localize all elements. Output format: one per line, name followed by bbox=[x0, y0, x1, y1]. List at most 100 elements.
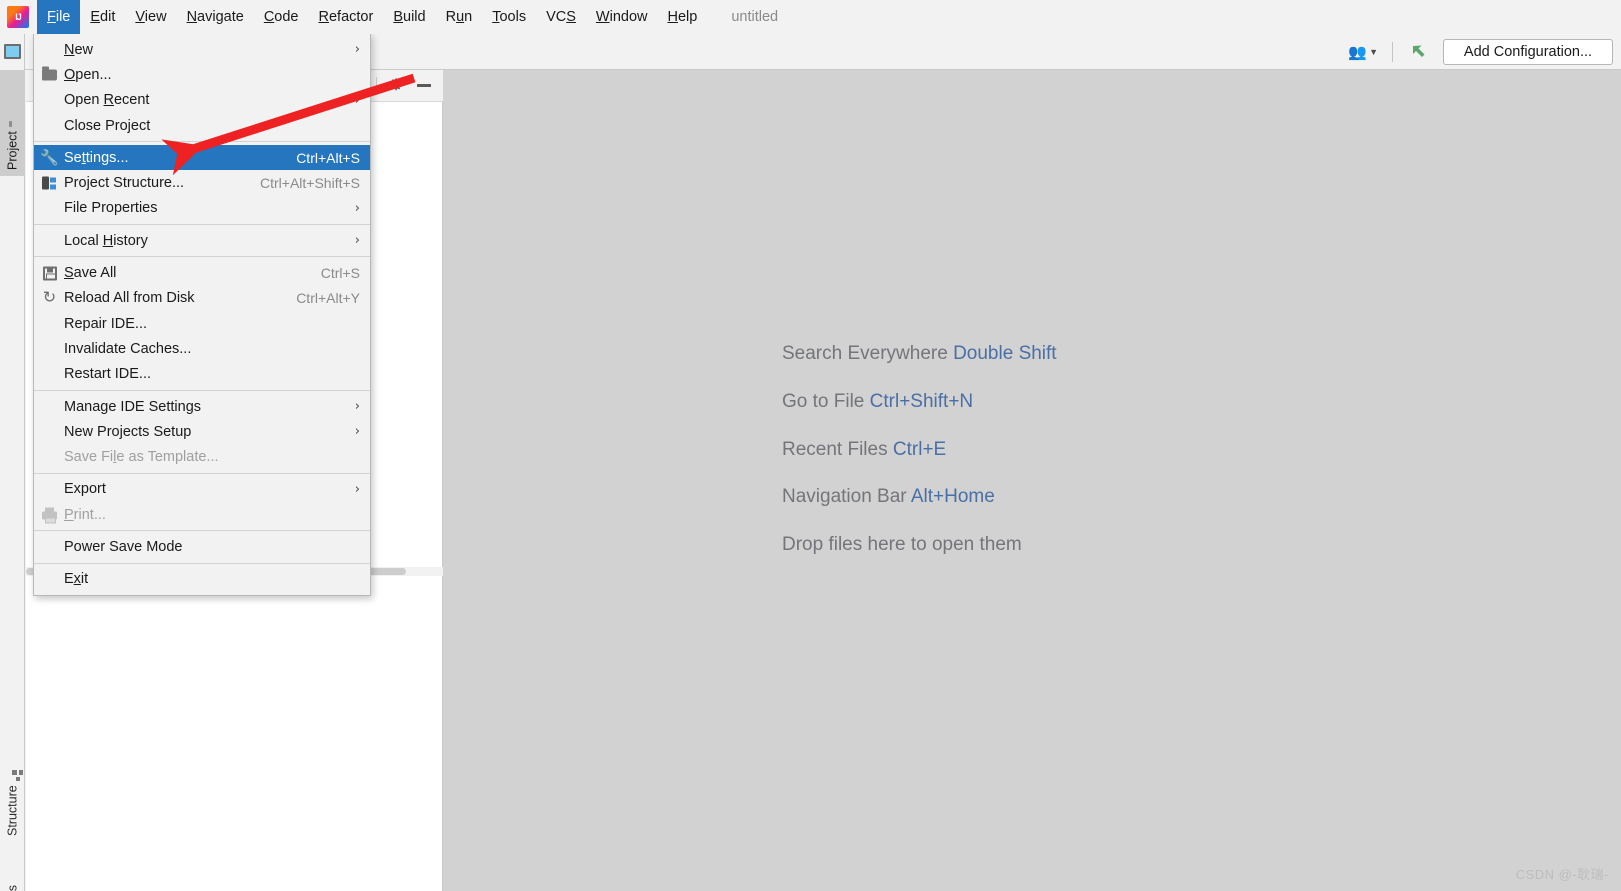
menu-item-file-properties[interactable]: File Properties › bbox=[34, 196, 370, 221]
menu-item-label: Project Structure... bbox=[64, 175, 185, 192]
welcome-hint-shortcut: Alt+Home bbox=[910, 486, 995, 508]
menu-label: Run bbox=[445, 9, 473, 25]
menu-item-new[interactable]: New › bbox=[34, 37, 370, 62]
vcs-update-arrow-glyph bbox=[1413, 45, 1425, 57]
menu-item-power-save-mode[interactable]: Power Save Mode bbox=[34, 534, 370, 559]
structure-icon bbox=[41, 175, 58, 192]
welcome-hint-row: Recent Files Ctrl+E bbox=[782, 438, 1621, 462]
menu-separator bbox=[34, 224, 370, 226]
menu-item-new-projects-setup[interactable]: New Projects Setup › bbox=[34, 419, 370, 444]
welcome-hint-shortcut: Double Shift bbox=[953, 343, 1057, 364]
sidebar-item-project[interactable]: Project bbox=[0, 70, 25, 176]
add-configuration-button[interactable]: Add Configuration... bbox=[1443, 39, 1613, 65]
welcome-hint-row: Go to File Ctrl+Shift+N bbox=[782, 390, 1621, 414]
menu-refactor[interactable]: Refactor bbox=[309, 0, 384, 34]
people-icon[interactable]: 👥 ▼ bbox=[1342, 37, 1384, 67]
menu-item-open-recent[interactable]: Open Recent › bbox=[34, 88, 370, 113]
welcome-hint-row: Drop files here to open them bbox=[782, 533, 1621, 557]
gear-glyph: ⚙ bbox=[388, 76, 404, 94]
menu-tools[interactable]: Tools bbox=[482, 0, 536, 34]
menu-item-label: Print... bbox=[64, 506, 106, 523]
menu-label: Code bbox=[263, 9, 299, 25]
menu-item-label: Settings... bbox=[64, 149, 129, 166]
menu-file[interactable]: File bbox=[37, 0, 81, 34]
menu-bar-items: File Edit View Navigate Code Refactor Build Run… bbox=[37, 0, 707, 34]
menu-item-label: File Properties bbox=[64, 200, 158, 217]
sidebar-item-bookmarks[interactable]: marks bbox=[0, 852, 25, 891]
menu-item-label: Repair IDE... bbox=[64, 315, 147, 332]
file-menu-popup: New › Open... Open Recent › Close Project 🔧 Set… bbox=[33, 33, 371, 596]
menu-item-label: Open... bbox=[64, 66, 112, 83]
menu-separator bbox=[34, 472, 370, 474]
menu-separator bbox=[34, 141, 370, 143]
sidebar-item-structure[interactable]: Structure bbox=[0, 744, 25, 842]
menu-item-settings[interactable]: 🔧 Settings... Ctrl+Alt+S bbox=[34, 145, 370, 171]
welcome-hints: Search Everywhere Double Shift Go to File… bbox=[443, 342, 1621, 557]
menu-item-label: Invalidate Caches... bbox=[64, 340, 192, 357]
menu-navigate[interactable]: Navigate bbox=[177, 0, 254, 34]
menu-view[interactable]: View bbox=[125, 0, 176, 34]
welcome-hint-row: Navigation Bar Alt+Home bbox=[782, 485, 1621, 509]
save-icon bbox=[41, 265, 58, 282]
menu-label: Refactor bbox=[318, 9, 374, 25]
menu-item-repair-ide[interactable]: Repair IDE... bbox=[34, 311, 370, 336]
print-icon bbox=[41, 506, 58, 524]
chevron-right-icon: › bbox=[354, 233, 360, 249]
sidebar-item-structure-label: Structure bbox=[5, 785, 20, 836]
menu-item-export[interactable]: Export › bbox=[34, 477, 370, 502]
welcome-hint-text: Drop files here to open them bbox=[782, 534, 1022, 555]
menu-label: File bbox=[47, 9, 71, 25]
sidebar-item-project-label: Project bbox=[5, 131, 20, 170]
menu-item-local-history[interactable]: Local History › bbox=[34, 228, 370, 253]
minimize-icon[interactable] bbox=[411, 73, 437, 99]
menu-item-label: Save All bbox=[64, 265, 117, 282]
vcs-update-arrow-icon[interactable] bbox=[1401, 37, 1435, 67]
menu-bar: File Edit View Navigate Code Refactor Build Run… bbox=[0, 0, 1621, 34]
chevron-down-icon: ▼ bbox=[1369, 47, 1378, 57]
menu-item-save-file-as-template: Save File as Template... bbox=[34, 444, 370, 469]
menu-label: VCS bbox=[546, 9, 576, 25]
menu-item-close-project[interactable]: Close Project bbox=[34, 113, 370, 138]
intellij-logo-icon bbox=[7, 6, 29, 28]
menu-item-label: New bbox=[64, 41, 94, 58]
welcome-hint-row: Search Everywhere Double Shift bbox=[782, 342, 1621, 366]
chevron-right-icon: › bbox=[354, 92, 360, 108]
menu-vcs[interactable]: VCS bbox=[536, 0, 586, 34]
header-divider bbox=[376, 76, 377, 95]
chevron-right-icon: › bbox=[354, 399, 360, 414]
menu-label: Navigate bbox=[186, 9, 244, 25]
menu-help[interactable]: Help bbox=[657, 0, 707, 34]
menu-item-project-structure[interactable]: Project Structure... Ctrl+Alt+Shift+S bbox=[34, 170, 370, 195]
menu-item-restart-ide[interactable]: Restart IDE... bbox=[34, 362, 370, 387]
chevron-right-icon: › bbox=[354, 424, 360, 440]
menu-code[interactable]: Code bbox=[254, 0, 309, 34]
welcome-hint-text: Navigation Bar bbox=[782, 486, 907, 508]
menu-label: Help bbox=[667, 9, 698, 25]
wrench-icon: 🔧 bbox=[40, 149, 59, 167]
menu-item-shortcut: Ctrl+S bbox=[320, 265, 360, 282]
menu-window[interactable]: Window bbox=[586, 0, 658, 34]
menu-run[interactable]: Run bbox=[436, 0, 483, 34]
editor-empty-area: Search Everywhere Double Shift Go to File… bbox=[443, 70, 1621, 891]
welcome-hint-shortcut: Ctrl+Shift+N bbox=[869, 390, 974, 412]
folder-icon bbox=[41, 66, 58, 83]
chevron-right-icon: › bbox=[354, 481, 360, 497]
tool-window-icon[interactable] bbox=[4, 44, 21, 59]
menu-item-open[interactable]: Open... bbox=[34, 62, 370, 87]
window-title: untitled bbox=[731, 9, 779, 25]
menu-item-manage-ide-settings[interactable]: Manage IDE Settings › bbox=[34, 394, 370, 419]
gear-icon[interactable]: ⚙ bbox=[383, 73, 409, 99]
sidebar-item-bookmarks-label: marks bbox=[6, 885, 20, 891]
menu-item-exit[interactable]: Exit bbox=[34, 567, 370, 592]
menu-label: Build bbox=[393, 9, 426, 25]
menu-item-invalidate-caches[interactable]: Invalidate Caches... bbox=[34, 336, 370, 361]
menu-item-save-all[interactable]: Save All Ctrl+S bbox=[34, 260, 370, 285]
left-tool-strip: Project Structure marks bbox=[0, 34, 25, 891]
menu-separator bbox=[34, 256, 370, 258]
toolbar-right-group: 👥 ▼ Add Configuration... bbox=[1342, 34, 1613, 70]
menu-build[interactable]: Build bbox=[383, 0, 435, 34]
menu-item-label: Save File as Template... bbox=[64, 449, 219, 466]
menu-separator bbox=[34, 530, 370, 532]
menu-item-reload-all-from-disk[interactable]: ↻ Reload All from Disk Ctrl+Alt+Y bbox=[34, 286, 370, 311]
menu-edit[interactable]: Edit bbox=[80, 0, 125, 34]
